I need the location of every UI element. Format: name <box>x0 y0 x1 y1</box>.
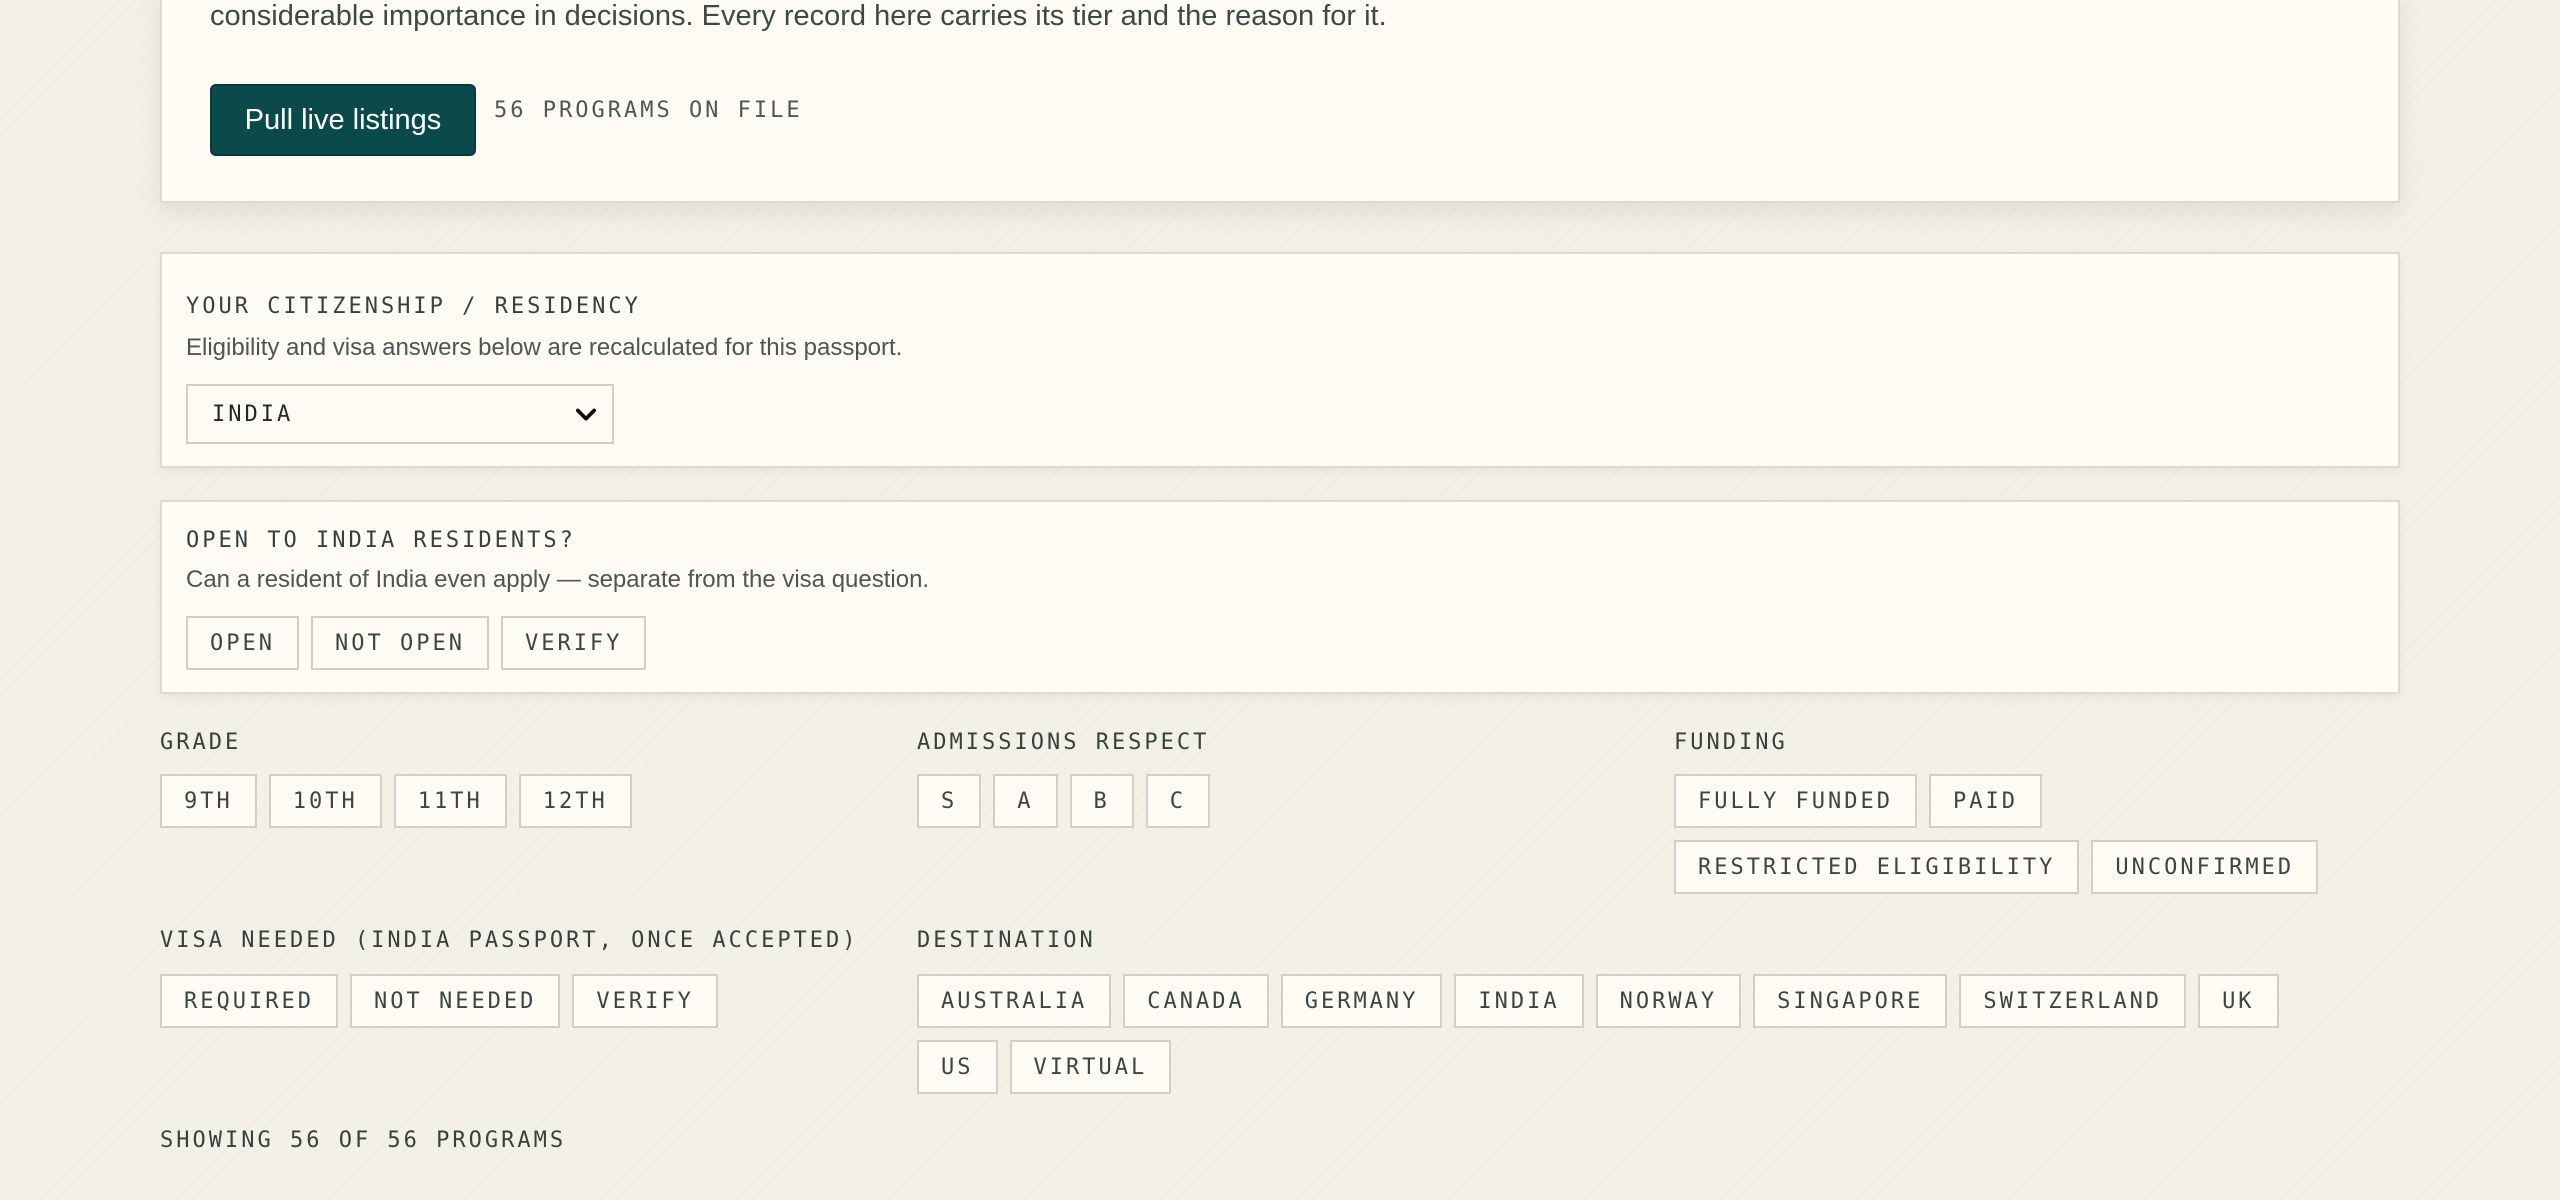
admissions-respect-label: ADMISSIONS RESPECT <box>917 730 1210 755</box>
citizenship-panel: YOUR CITIZENSHIP / RESIDENCY Eligibility… <box>160 252 2400 468</box>
chip-tier-s[interactable]: S <box>917 774 982 828</box>
chip-restricted-eligibility[interactable]: RESTRICTED ELIGIBILITY <box>1674 840 2080 894</box>
funding-label: FUNDING <box>1674 730 1788 755</box>
chip-visa-verify[interactable]: VERIFY <box>572 974 718 1028</box>
citizenship-label: YOUR CITIZENSHIP / RESIDENCY <box>186 294 641 319</box>
chip-visa-required[interactable]: REQUIRED <box>160 974 338 1028</box>
chip-destination-germany[interactable]: GERMANY <box>1280 974 1443 1028</box>
chip-grade-12th[interactable]: 12TH <box>518 774 632 828</box>
chip-grade-10th[interactable]: 10TH <box>268 774 382 828</box>
chip-visa-not-needed[interactable]: NOT NEEDED <box>349 974 561 1028</box>
chip-destination-uk[interactable]: UK <box>2198 974 2279 1028</box>
chip-grade-11th[interactable]: 11TH <box>393 774 507 828</box>
funding-options: FULLY FUNDED PAID RESTRICTED ELIGIBILITY… <box>1674 774 2394 894</box>
open-to-residents-description: Can a resident of India even apply — sep… <box>186 566 930 593</box>
visa-needed-options: REQUIRED NOT NEEDED VERIFY <box>160 974 900 1028</box>
chip-unconfirmed[interactable]: UNCONFIRMED <box>2091 840 2319 894</box>
chevron-down-icon <box>575 408 597 421</box>
visa-needed-label: VISA NEEDED (INDIA PASSPORT, ONCE ACCEPT… <box>160 928 859 953</box>
showing-count: SHOWING 56 OF 56 PROGRAMS <box>160 1128 567 1153</box>
open-to-residents-panel: OPEN TO INDIA RESIDENTS? Can a resident … <box>160 500 2400 694</box>
chip-fully-funded[interactable]: FULLY FUNDED <box>1674 774 1917 828</box>
chip-destination-norway[interactable]: NORWAY <box>1595 974 1742 1028</box>
chip-paid[interactable]: PAID <box>1928 774 2042 828</box>
admissions-respect-options: S A B C <box>917 774 1617 828</box>
chip-destination-switzerland[interactable]: SWITZERLAND <box>1959 974 2187 1028</box>
chip-destination-virtual[interactable]: VIRTUAL <box>1009 1040 1172 1094</box>
citizenship-select[interactable]: INDIA <box>186 384 614 444</box>
pull-live-listings-button[interactable]: Pull live listings <box>210 84 476 156</box>
chip-verify-eligibility[interactable]: VERIFY <box>500 616 647 670</box>
chip-not-open[interactable]: NOT OPEN <box>310 616 489 670</box>
chip-destination-canada[interactable]: CANADA <box>1123 974 1269 1028</box>
grade-label: GRADE <box>160 730 242 755</box>
hero-card: considerable importance in decisions. Ev… <box>160 0 2400 203</box>
citizenship-select-value: INDIA <box>212 401 294 427</box>
chip-tier-b[interactable]: B <box>1069 774 1134 828</box>
chip-tier-a[interactable]: A <box>993 774 1058 828</box>
chip-tier-c[interactable]: C <box>1145 774 1210 828</box>
chip-destination-india[interactable]: INDIA <box>1454 974 1584 1028</box>
chip-destination-singapore[interactable]: SINGAPORE <box>1753 974 1948 1028</box>
programs-count: 56 PROGRAMS ON FILE <box>494 98 803 123</box>
hero-description: considerable importance in decisions. Ev… <box>210 0 1387 32</box>
grade-options: 9TH 10TH 11TH 12TH <box>160 774 860 828</box>
open-to-residents-label: OPEN TO INDIA RESIDENTS? <box>186 528 576 553</box>
destination-options: AUSTRALIA CANADA GERMANY INDIA NORWAY SI… <box>917 974 2337 1094</box>
chip-destination-us[interactable]: US <box>917 1040 998 1094</box>
chip-open[interactable]: OPEN <box>186 616 299 670</box>
citizenship-description: Eligibility and visa answers below are r… <box>186 334 903 361</box>
chip-grade-9th[interactable]: 9TH <box>160 774 257 828</box>
chip-destination-australia[interactable]: AUSTRALIA <box>917 974 1112 1028</box>
open-to-residents-options: OPEN NOT OPEN VERIFY <box>186 616 647 670</box>
destination-label: DESTINATION <box>917 928 1096 953</box>
